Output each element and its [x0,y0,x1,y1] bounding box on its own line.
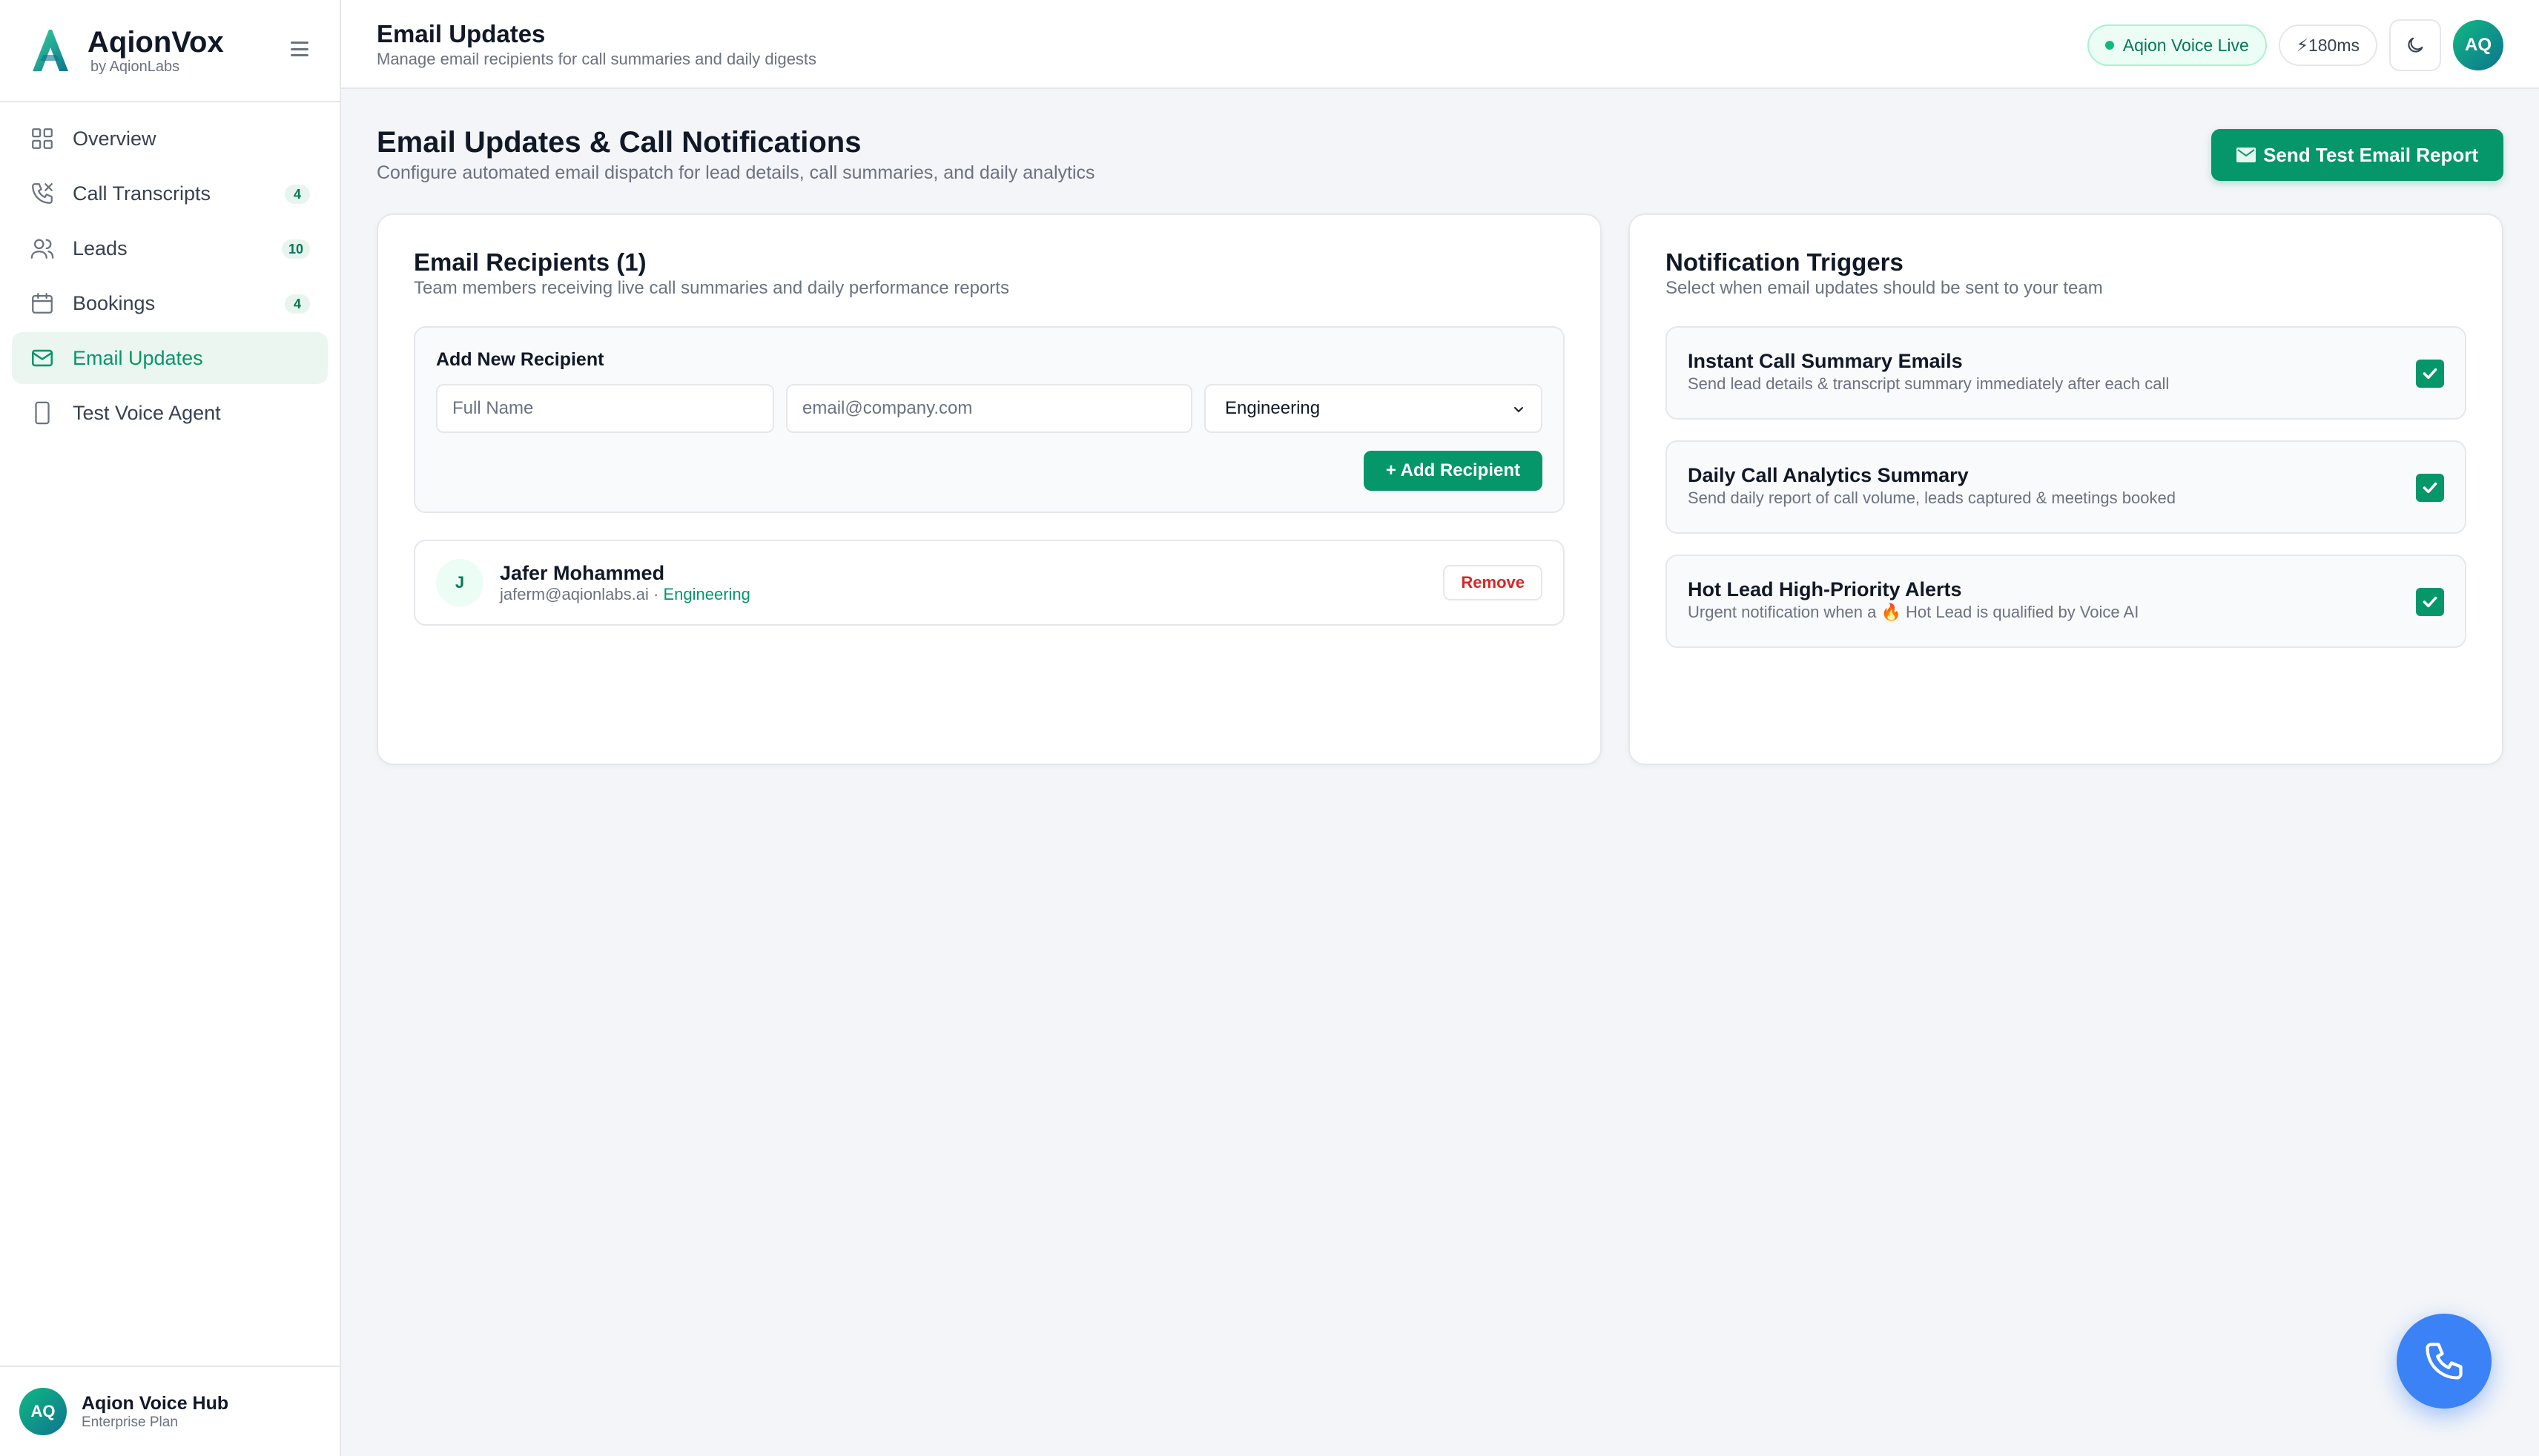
workspace-name: Aqion Voice Hub [82,1393,229,1414]
checkbox-checked[interactable] [2416,474,2444,502]
sidebar-item-bookings[interactable]: Bookings 4 [12,277,328,329]
brand-subtitle: by AqionLabs [90,59,180,75]
phone-icon [2426,1343,2463,1380]
count-badge: 10 [281,239,310,259]
page-subtitle: Configure automated email dispatch for l… [377,162,1095,183]
call-fab-button[interactable] [2397,1314,2492,1409]
trigger-title: Daily Call Analytics Summary [1688,464,1969,486]
theme-toggle-button[interactable] [2389,19,2441,71]
live-status-label: Aqion Voice Live [2122,35,2249,55]
mail-icon [31,349,53,367]
notification-triggers-card: Notification Triggers Select when email … [1628,214,2503,765]
brand-name: AqionVox [88,26,224,59]
trigger-description: Send lead details & transcript summary i… [1688,374,2170,393]
sidebar-item-test-voice-agent[interactable]: Test Voice Agent [12,387,328,439]
recipients-subtitle: Team members receiving live call summari… [414,278,1009,298]
checkmark-icon [2423,596,2437,608]
sidebar-item-label: Email Updates [73,346,203,369]
sidebar-item-label: Bookings [73,291,156,314]
brand: AqionVox by AqionLabs [0,0,340,102]
triggers-subtitle: Select when email updates should be sent… [1665,278,2103,298]
full-name-input[interactable] [436,384,774,433]
add-recipient-form: Add New Recipient Engineering + Add Reci… [414,326,1565,513]
checkmark-icon [2423,482,2437,494]
topbar-actions: Aqion Voice Live ⚡180ms AQ [2076,19,2503,71]
remove-recipient-button[interactable]: Remove [1443,565,1542,600]
add-recipient-button[interactable]: + Add Recipient [1363,451,1542,491]
live-status-badge: Aqion Voice Live [2087,24,2267,66]
workspace-plan: Enterprise Plan [82,1414,178,1430]
list-item: J Jafer Mohammed jaferm@aqionlabs.ai · E… [414,540,1565,626]
trigger-hot-lead-alerts[interactable]: Hot Lead High-Priority Alerts Urgent not… [1665,555,2466,648]
recipient-name: Jafer Mohammed [500,562,665,584]
aqionvox-logo-icon [33,30,68,71]
sidebar-nav: Overview Call Transcripts 4 Leads 10 Boo… [0,102,340,452]
phone-icon [32,183,53,204]
trigger-description: Send daily report of call volume, leads … [1688,489,2176,507]
recipient-department: Engineering [663,585,750,603]
trigger-instant-call-summary[interactable]: Instant Call Summary Emails Send lead de… [1665,326,2466,420]
page-header: Email Updates & Call Notifications Confi… [377,89,2503,214]
main-content: Email Updates & Call Notifications Confi… [377,89,2503,765]
checkbox-checked[interactable] [2416,588,2444,616]
trigger-title: Instant Call Summary Emails [1688,350,1963,372]
send-test-email-label: Send Test Email Report [2263,143,2478,166]
grid-icon [32,128,53,149]
department-selected-value: Engineering [1225,398,1321,418]
meta-separator: · [648,585,664,603]
email-input[interactable] [786,384,1192,433]
chevron-down-icon [1514,407,1523,413]
add-recipient-title: Add New Recipient [436,349,604,370]
trigger-description: Urgent notification when a 🔥 Hot Lead is… [1688,603,2139,621]
sidebar-item-email-updates[interactable]: Email Updates [12,332,328,384]
calendar-icon [32,293,53,314]
sidebar-item-overview[interactable]: Overview [12,113,328,165]
page-title: Email Updates & Call Notifications [377,126,862,159]
sidebar-item-label: Overview [73,127,156,150]
recipient-email: jaferm@aqionlabs.ai [500,585,649,603]
recipient-avatar: J [436,559,483,606]
count-badge: 4 [285,294,310,314]
sidebar-item-label: Call Transcripts [73,182,211,205]
sidebar-item-call-transcripts[interactable]: Call Transcripts 4 [12,168,328,219]
checkmark-icon [2423,368,2437,380]
topbar: Email Updates Manage email recipients fo… [341,0,2539,89]
sidebar-item-leads[interactable]: Leads 10 [12,222,328,274]
checkbox-checked[interactable] [2416,360,2444,388]
sidebar-item-label: Leads [73,236,128,259]
triggers-title: Notification Triggers [1665,248,1904,276]
smartphone-icon [35,401,50,425]
trigger-daily-analytics-summary[interactable]: Daily Call Analytics Summary Send daily … [1665,440,2466,534]
live-dot-icon [2104,41,2114,50]
user-avatar[interactable]: AQ [2453,20,2503,70]
hamburger-menu-icon[interactable] [291,42,308,56]
avatar: AQ [19,1388,67,1435]
envelope-icon [2236,148,2256,162]
trigger-title: Hot Lead High-Priority Alerts [1688,578,1962,600]
moon-icon [2408,37,2423,53]
department-select[interactable]: Engineering [1204,384,1542,433]
count-badge: 4 [285,185,310,204]
email-recipients-card: Email Recipients (1) Team members receiv… [377,214,1602,765]
send-test-email-button[interactable]: Send Test Email Report [2211,129,2503,181]
users-icon [30,239,54,259]
latency-badge: ⚡180ms [2278,24,2377,66]
recipients-title: Email Recipients (1) [414,248,647,276]
workspace-card[interactable]: AQ Aqion Voice Hub Enterprise Plan [0,1366,340,1456]
sidebar-item-label: Test Voice Agent [73,401,221,424]
sidebar: AqionVox by AqionLabs Overview Call Tran… [0,0,341,1456]
recipient-meta: jaferm@aqionlabs.ai · Engineering [500,585,750,604]
